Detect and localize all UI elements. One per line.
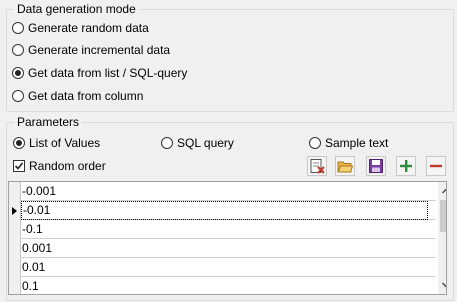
remove-button[interactable] xyxy=(426,156,446,176)
radio-label: Sample text xyxy=(325,136,389,150)
value-cell[interactable]: 0.01 xyxy=(21,258,429,276)
radio-sample-text[interactable]: Sample text xyxy=(309,134,388,152)
radio-label: SQL query xyxy=(177,136,234,150)
radio-generate-random[interactable]: Generate random data xyxy=(12,19,149,37)
radio-label: Generate random data xyxy=(28,21,149,35)
radio-indicator xyxy=(161,137,173,149)
check-mark-icon xyxy=(14,162,24,170)
radio-label: Get data from list / SQL-query xyxy=(28,66,188,80)
table-row[interactable]: 0.01 xyxy=(21,258,436,277)
values-grid[interactable]: -0.001 -0.01 -0.1 0.001 0.01 0.1 xyxy=(8,181,447,295)
scrollbar-thumb[interactable] xyxy=(440,200,446,232)
table-row[interactable]: 0.001 xyxy=(21,239,436,258)
vertical-scrollbar[interactable] xyxy=(438,182,447,294)
open-folder-icon xyxy=(337,161,353,173)
save-icon xyxy=(369,159,383,173)
radio-list-of-values[interactable]: List of Values xyxy=(13,134,100,152)
open-button[interactable] xyxy=(335,156,355,176)
clear-icon xyxy=(310,159,325,174)
radio-label: List of Values xyxy=(29,136,101,150)
save-button[interactable] xyxy=(366,156,386,176)
radio-indicator xyxy=(12,44,24,56)
current-row-arrow-icon xyxy=(12,207,17,215)
add-icon xyxy=(400,160,412,172)
parameters-title: Parameters xyxy=(14,115,83,129)
table-row-selected[interactable]: -0.01 xyxy=(21,201,436,220)
radio-sql-query[interactable]: SQL query xyxy=(161,134,234,152)
data-generation-mode-group: Data generation mode Generate random dat… xyxy=(6,2,454,112)
checkbox-indicator xyxy=(13,160,25,172)
radio-indicator xyxy=(12,22,24,34)
remove-icon xyxy=(430,164,442,168)
value-cell[interactable]: 0.001 xyxy=(21,239,429,257)
radio-get-data-from-list[interactable]: Get data from list / SQL-query xyxy=(12,64,187,82)
radio-label: Generate incremental data xyxy=(28,43,171,57)
table-row[interactable]: 0.1 xyxy=(21,277,436,294)
radio-get-data-from-column[interactable]: Get data from column xyxy=(12,87,143,105)
radio-indicator xyxy=(12,90,24,102)
scroll-up-icon[interactable] xyxy=(438,184,447,198)
add-button[interactable] xyxy=(396,156,416,176)
table-row[interactable]: -0.1 xyxy=(21,220,436,239)
value-cell[interactable]: -0.001 xyxy=(21,182,429,200)
radio-label: Get data from column xyxy=(28,89,144,103)
radio-generate-incremental[interactable]: Generate incremental data xyxy=(12,41,170,59)
table-row[interactable]: -0.001 xyxy=(21,182,436,201)
value-cell[interactable]: -0.01 xyxy=(21,201,428,220)
value-cell[interactable]: -0.1 xyxy=(21,220,429,238)
radio-indicator-selected xyxy=(13,137,25,149)
radio-indicator-selected xyxy=(12,67,24,79)
clear-button[interactable] xyxy=(307,156,327,176)
radio-indicator xyxy=(309,137,321,149)
data-generation-mode-title: Data generation mode xyxy=(14,2,139,16)
random-order-checkbox[interactable]: Random order xyxy=(13,157,106,175)
row-indicator-column xyxy=(9,182,21,294)
scroll-down-icon[interactable] xyxy=(438,278,447,292)
value-cell[interactable]: 0.1 xyxy=(21,277,429,294)
checkbox-label: Random order xyxy=(29,159,106,173)
